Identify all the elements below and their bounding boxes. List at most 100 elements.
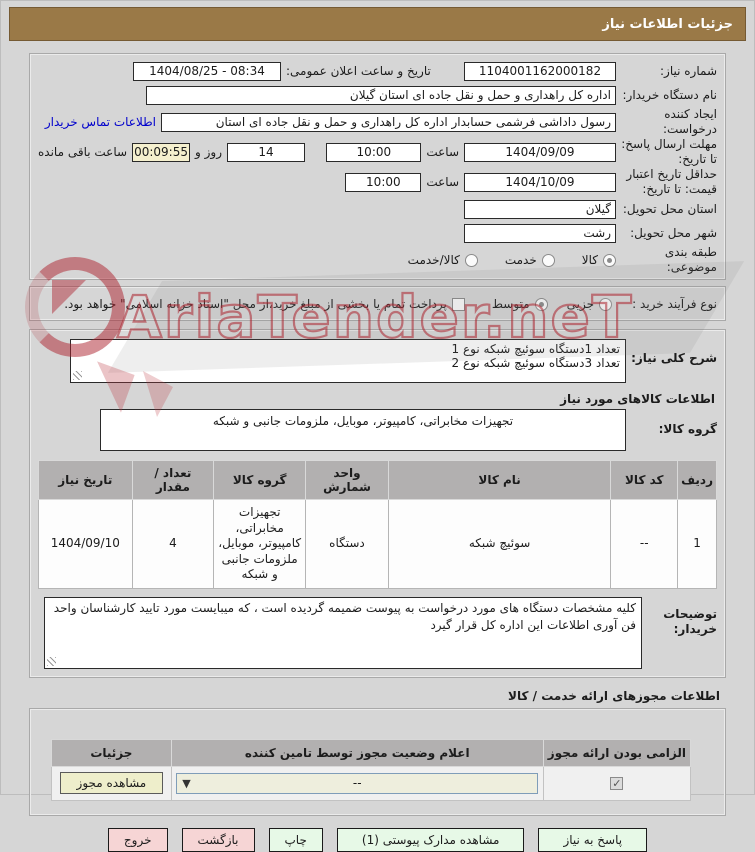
announce-datetime-field[interactable]: 1404/08/25 - 08:34 (133, 61, 281, 81)
view-attachments-button[interactable]: مشاهده مدارک پیوستی (1) (336, 827, 525, 852)
reply-deadline-row: مهلت ارسال پاسخ: تا تاریخ: 1404/09/09 سا… (38, 137, 717, 167)
goods-cell-unit: دستگاه (305, 499, 389, 589)
exit-button[interactable]: خروج (107, 827, 168, 852)
radio-goods-service[interactable] (464, 253, 478, 267)
radio-service[interactable] (541, 253, 555, 267)
treasury-payment-checkbox[interactable] (451, 297, 465, 311)
need-info-groupbox: شماره نیاز: 1104001162000182 تاریخ و ساع… (29, 53, 726, 280)
license-groupbox: الزامی بودن ارائه مجوز اعلام وضعیت مجوز … (29, 707, 726, 816)
need-description-line: تعداد 1دستگاه سوئیچ شبکه نوع 1 (451, 342, 620, 356)
radio-goods[interactable] (603, 253, 616, 267)
goods-group-label: گروه کالا: (658, 422, 717, 436)
license-table: الزامی بودن ارائه مجوز اعلام وضعیت مجوز … (51, 738, 692, 801)
radio-goods-service-label: کالا/خدمت (407, 253, 460, 267)
goods-cell-qty: 4 (131, 499, 215, 589)
buyer-notes-textarea[interactable]: کلیه مشخصات دستگاه های مورد درخواست به پ… (44, 596, 642, 669)
price-validity-label: حداقل تاریخ اعتبار قیمت: تا تاریخ: (626, 167, 717, 196)
license-section-header: اطلاعات مجوزهای ارائه خدمت / کالا (508, 688, 720, 703)
process-type-label: نوع فرآیند خرید : (632, 296, 717, 311)
need-description-line: تعداد 3دستگاه سوئیچ شبکه نوع 2 (451, 356, 620, 370)
print-button[interactable]: چاپ (268, 827, 323, 852)
license-col-status: اعلام وضعیت مجوز توسط تامین کننده (170, 738, 544, 767)
goods-col-qty: تعداد / مقدار (131, 460, 215, 500)
classification-row: طبقه بندی موضوعی: کالا خدمت کالا/خدمت (38, 245, 717, 275)
delivery-city-row: شهر محل تحویل: رشت (38, 221, 717, 245)
license-table-row: -- ▼ مشاهده مجوز (51, 765, 692, 801)
delivery-province-row: استان محل تحویل: گیلان (38, 197, 717, 221)
license-col-details: جزئیات (51, 738, 172, 767)
goods-cell-date: 1404/09/10 (38, 499, 133, 589)
resize-grip-icon[interactable] (73, 371, 82, 380)
delivery-city-label: شهر محل تحویل: (630, 225, 717, 240)
reply-deadline-date-field[interactable]: 1404/09/09 (464, 142, 616, 162)
license-required-cell (542, 765, 692, 801)
license-status-dropdown[interactable]: -- ▼ (176, 772, 539, 794)
buyer-org-field[interactable]: اداره کل راهداری و حمل و نقل جاده ای است… (146, 85, 616, 105)
goods-col-group: گروه کالا (213, 460, 307, 500)
radio-medium-label: متوسط (491, 297, 530, 311)
price-validity-date-field[interactable]: 1404/10/09 (464, 172, 616, 192)
goods-col-code: کد کالا (610, 460, 679, 500)
remaining-hours-field: 00:09:55 (132, 142, 191, 162)
radio-service-label: خدمت (504, 253, 537, 267)
footer-buttons: پاسخ به نیاز مشاهده مدارک پیوستی (1) چاپ… (1, 827, 754, 852)
need-description-row: شرح کلی نیاز: تعداد 1دستگاه سوئیچ شبکه ن… (38, 339, 717, 383)
remaining-hours-label: ساعت باقی مانده (38, 144, 128, 159)
need-number-label: شماره نیاز: (660, 63, 717, 78)
goods-cell-row: 1 (677, 499, 717, 589)
buyer-notes-label: توضیحات خریدار: (663, 606, 717, 636)
delivery-province-label: استان محل تحویل: (622, 201, 717, 216)
goods-table: ردیف کد کالا نام کالا واحد شمارش گروه کا… (38, 460, 717, 589)
delivery-province-field[interactable]: گیلان (464, 199, 616, 219)
goods-col-unit: واحد شمارش (305, 460, 389, 500)
license-details-cell: مشاهده مجوز (51, 765, 172, 801)
resize-grip-icon[interactable] (47, 656, 56, 666)
license-col-required: الزامی بودن ارائه مجوز (542, 738, 692, 767)
goods-col-row: ردیف (677, 460, 717, 500)
buyer-notes-row: توضیحات خریدار: کلیه مشخصات دستگاه های م… (38, 596, 717, 669)
radio-minor-label: جزیی (566, 297, 594, 311)
goods-cell-name: سوئیچ شبکه (387, 499, 612, 589)
license-required-checkbox (610, 776, 624, 790)
request-creator-field[interactable]: رسول داداشی فرشمی حسابدار اداره کل راهدا… (161, 112, 616, 132)
process-type-row: نوع فرآیند خرید : جزیی متوسط پرداخت تمام… (38, 292, 717, 316)
goods-cell-code: -- (610, 499, 679, 589)
radio-goods-label: کالا (581, 253, 598, 267)
price-validity-hour-label: ساعت (426, 174, 459, 189)
request-creator-row: ایجاد کننده درخواست: رسول داداشی فرشمی ح… (38, 107, 717, 137)
goods-table-row: 1 -- سوئیچ شبکه دستگاه تجهیزات مخابراتی،… (38, 499, 717, 589)
need-number-row: شماره نیاز: 1104001162000182 تاریخ و ساع… (38, 59, 717, 83)
classification-label: طبقه بندی موضوعی: (664, 245, 717, 274)
goods-col-date: تاریخ نیاز (38, 460, 133, 500)
remaining-days-label: روز و (195, 144, 223, 159)
reply-deadline-time-field[interactable]: 10:00 (326, 142, 422, 162)
process-type-groupbox: نوع فرآیند خرید : جزیی متوسط پرداخت تمام… (29, 286, 726, 321)
reply-deadline-label: مهلت ارسال پاسخ: تا تاریخ: (621, 137, 717, 166)
delivery-city-field[interactable]: رشت (464, 223, 616, 243)
treasury-payment-label: پرداخت تمام یا بخشی از مبلغ خرید،از محل … (64, 297, 447, 311)
back-button[interactable]: بازگشت (181, 827, 255, 852)
goods-table-header-row: ردیف کد کالا نام کالا واحد شمارش گروه کا… (38, 460, 717, 500)
chevron-down-icon: ▼ (182, 776, 191, 790)
view-license-button[interactable]: مشاهده مجوز (59, 772, 164, 795)
goods-group-textarea[interactable]: تجهیزات مخابراتی، کامپیوتر، موبایل، ملزو… (100, 409, 626, 451)
buyer-org-row: نام دستگاه خریدار: اداره کل راهداری و حم… (38, 83, 717, 107)
goods-group-row: گروه کالا: تجهیزات مخابراتی، کامپیوتر، م… (38, 409, 717, 451)
remaining-days-field[interactable]: 14 (227, 142, 306, 162)
reply-deadline-hour-label: ساعت (426, 144, 459, 159)
radio-minor[interactable] (599, 297, 612, 311)
buyer-notes-text: کلیه مشخصات دستگاه های مورد درخواست به پ… (53, 600, 636, 633)
goods-section-header: اطلاعات کالاهای مورد نیاز (560, 392, 715, 406)
license-table-header-row: الزامی بودن ارائه مجوز اعلام وضعیت مجوز … (51, 738, 692, 767)
goods-cell-group: تجهیزات مخابراتی، کامپیوتر، موبایل، ملزو… (213, 499, 307, 589)
request-creator-label: ایجاد کننده درخواست: (663, 107, 717, 136)
radio-medium[interactable] (534, 297, 548, 311)
need-details-page: { "title_bar": { "text": "جزئیات اطلاعات… (0, 0, 755, 852)
respond-to-need-button[interactable]: پاسخ به نیاز (538, 827, 648, 852)
need-description-textarea[interactable]: تعداد 1دستگاه سوئیچ شبکه نوع 1 تعداد 3دس… (70, 339, 626, 383)
page-title: جزئیات اطلاعات نیاز (9, 7, 746, 41)
need-number-field[interactable]: 1104001162000182 (464, 61, 616, 81)
price-validity-time-field[interactable]: 10:00 (345, 172, 422, 192)
buyer-contact-link[interactable]: اطلاعات تماس خریدار (45, 115, 156, 129)
announce-datetime-label: تاریخ و ساعت اعلان عمومی: (286, 63, 431, 78)
